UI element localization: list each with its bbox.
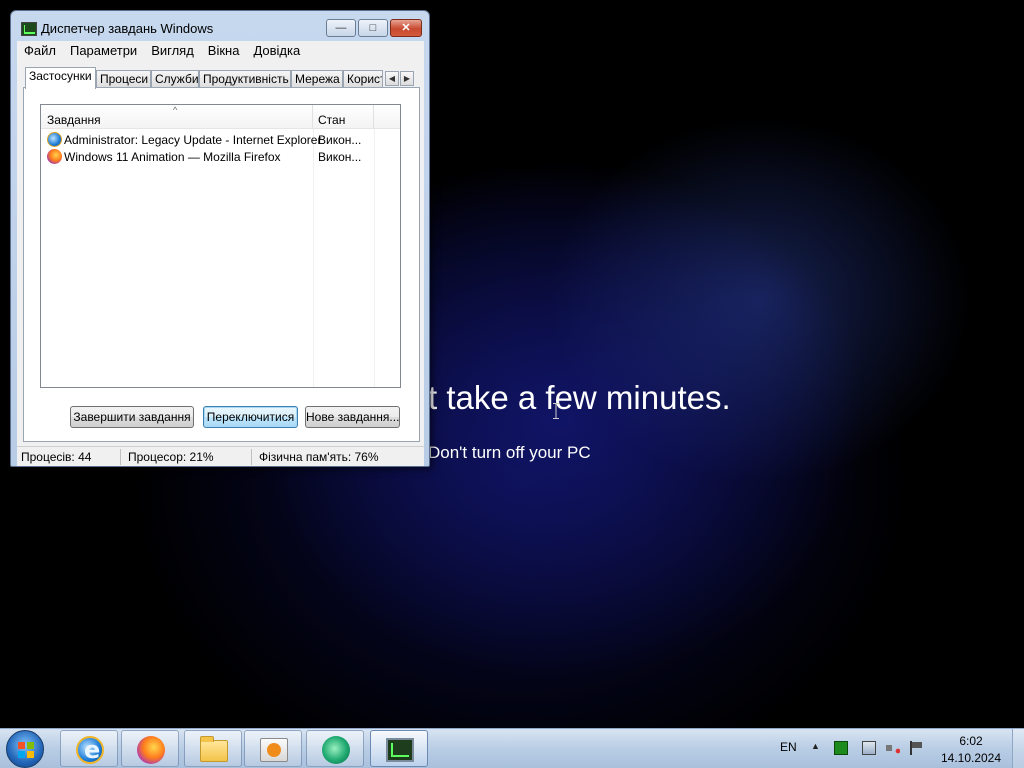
tray-app-icon[interactable] (834, 741, 848, 755)
menu-bar: Файл Параметри Вигляд Вікна Довідка (17, 41, 424, 61)
menu-options[interactable]: Параметри (63, 41, 144, 61)
media-player-icon (322, 736, 350, 764)
tab-performance[interactable]: Продуктивність (199, 70, 291, 88)
menu-help[interactable]: Довідка (246, 41, 307, 61)
taskbar-internet-explorer[interactable] (60, 730, 118, 767)
task-row[interactable]: Administrator: Legacy Update - Internet … (45, 131, 400, 148)
tasks-list[interactable]: ^ Завдання Стан Administrator: Legacy Up… (40, 104, 401, 388)
status-separator (251, 449, 252, 465)
volume-muted-icon[interactable] (886, 741, 900, 755)
title-bar[interactable]: Диспетчер завдань Windows — □ ✕ (11, 11, 429, 41)
applications-page: ^ Завдання Стан Administrator: Legacy Up… (23, 87, 420, 442)
start-button[interactable] (6, 730, 44, 768)
tab-processes[interactable]: Процеси (96, 70, 151, 88)
update-message: t take a few minutes. (428, 379, 731, 416)
end-task-button[interactable]: Завершити завдання (70, 406, 194, 428)
firefox-icon (47, 149, 62, 164)
clock-time[interactable]: 6:02 (956, 734, 986, 748)
column-divider (313, 129, 314, 387)
switch-to-button[interactable]: Переключитися (203, 406, 298, 428)
internet-explorer-icon (47, 132, 62, 147)
taskbar-explorer[interactable] (184, 730, 242, 767)
task-manager-icon (21, 22, 37, 36)
status-memory: Фізична пам'ять: 76% (259, 450, 379, 464)
task-name: Administrator: Legacy Update - Internet … (64, 133, 322, 147)
taskbar-firefox[interactable] (121, 730, 179, 767)
menu-file[interactable]: Файл (17, 41, 63, 61)
taskbar-task-manager[interactable] (370, 730, 428, 767)
menu-windows[interactable]: Вікна (201, 41, 247, 61)
new-task-button[interactable]: Нове завдання... (305, 406, 400, 428)
list-header: ^ Завдання Стан (41, 105, 400, 129)
explorer-folder-icon (200, 736, 228, 762)
minimize-button[interactable]: — (326, 19, 356, 37)
window-title: Диспетчер завдань Windows (41, 21, 214, 36)
taskbar-media-center[interactable] (244, 730, 302, 767)
status-bar: Процесів: 44 Процесор: 21% Фізична пам'я… (17, 446, 424, 466)
task-name: Windows 11 Animation — Mozilla Firefox (64, 150, 281, 164)
task-manager-window[interactable]: Диспетчер завдань Windows — □ ✕ Файл Пар… (10, 10, 430, 467)
task-status: Викон... (318, 133, 362, 147)
task-status: Викон... (318, 150, 362, 164)
taskbar-media-player[interactable] (306, 730, 364, 767)
column-divider (374, 129, 375, 387)
column-header-task[interactable]: ^ Завдання (41, 105, 313, 129)
internet-explorer-icon (76, 736, 104, 764)
tab-applications[interactable]: Застосунки (25, 67, 96, 89)
tab-strip: Застосунки Процеси Служби Продуктивність… (25, 67, 420, 89)
language-indicator[interactable]: EN (780, 740, 797, 754)
status-processes: Процесів: 44 (21, 450, 92, 464)
column-header-task-label: Завдання (47, 113, 101, 127)
sort-ascending-icon: ^ (173, 105, 178, 115)
windows-logo-icon (18, 742, 34, 758)
window-client-area: Застосунки Процеси Служби Продуктивність… (17, 61, 424, 446)
column-header-status[interactable]: Стан (314, 105, 374, 129)
status-separator (120, 449, 121, 465)
action-center-flag-icon[interactable] (910, 741, 924, 755)
task-manager-icon (386, 738, 414, 762)
status-cpu: Процесор: 21% (128, 450, 214, 464)
tab-users[interactable]: Корист (343, 70, 383, 88)
show-hidden-icons-icon[interactable]: ▲ (811, 741, 820, 751)
network-icon[interactable] (862, 741, 876, 755)
show-desktop-button[interactable] (1012, 729, 1024, 768)
firefox-icon (137, 736, 165, 764)
tab-scroll-right-icon[interactable]: ▶ (400, 71, 414, 86)
task-row[interactable]: Windows 11 Animation — Mozilla Firefox В… (45, 148, 400, 165)
close-button[interactable]: ✕ (390, 19, 422, 37)
tab-services[interactable]: Служби (151, 70, 199, 88)
taskbar: EN ▲ 6:02 14.10.2024 (0, 728, 1024, 768)
media-center-icon (260, 738, 288, 762)
clock-date[interactable]: 14.10.2024 (940, 751, 1002, 765)
tab-networking[interactable]: Мережа (291, 70, 343, 88)
tab-scroll-left-icon[interactable]: ◀ (385, 71, 399, 86)
menu-view[interactable]: Вигляд (144, 41, 201, 61)
maximize-button[interactable]: □ (358, 19, 388, 37)
text-cursor-icon (553, 403, 559, 419)
update-subtitle: Don't turn off your PC (428, 443, 591, 462)
